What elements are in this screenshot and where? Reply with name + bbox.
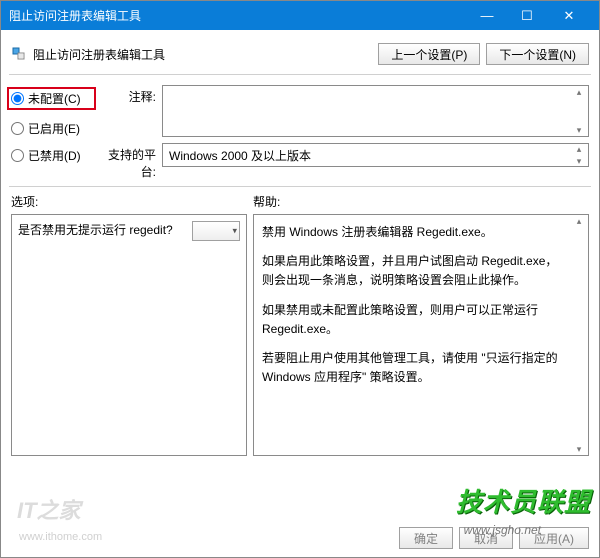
help-heading: 帮助:: [253, 193, 280, 210]
titlebar: 阻止访问注册表编辑工具 — ☐ ✕: [1, 1, 599, 30]
prev-setting-button[interactable]: 上一个设置(P): [378, 43, 480, 65]
radio-disabled-input[interactable]: [11, 149, 24, 162]
help-text-3: 如果禁用或未配置此策略设置，则用户可以正常运行 Regedit.exe。: [262, 301, 568, 339]
platform-field: Windows 2000 及以上版本 ▴ ▾: [162, 143, 589, 167]
platform-label: 支持的平台:: [96, 143, 156, 180]
help-text-4: 若要阻止用户使用其他管理工具，请使用 "只运行指定的 Windows 应用程序"…: [262, 349, 568, 387]
options-heading: 选项:: [11, 193, 253, 210]
divider: [9, 74, 591, 75]
header-title: 阻止访问注册表编辑工具: [33, 46, 378, 63]
scroll-down-icon[interactable]: ▾: [572, 443, 586, 455]
divider: [9, 186, 591, 187]
ok-button[interactable]: 确定: [399, 527, 453, 549]
policy-icon: [11, 46, 27, 62]
window-controls: — ☐ ✕: [467, 2, 591, 30]
comment-field[interactable]: ▴ ▾: [162, 85, 589, 137]
radio-not-configured-input[interactable]: [11, 92, 24, 105]
options-dropdown[interactable]: ▾: [192, 221, 240, 241]
help-text-2: 如果启用此策略设置，并且用户试图启动 Regedit.exe，则会出现一条消息，…: [262, 252, 568, 290]
chevron-down-icon: ▾: [232, 226, 237, 237]
window-title: 阻止访问注册表编辑工具: [9, 7, 467, 24]
options-question: 是否禁用无提示运行 regedit?: [18, 221, 188, 238]
next-setting-button[interactable]: 下一个设置(N): [486, 43, 589, 65]
scroll-down-icon[interactable]: ▾: [572, 155, 586, 167]
radio-enabled-label: 已启用(E): [28, 120, 80, 137]
labels-row: 选项: 帮助:: [1, 189, 599, 212]
watermark-it: IT之家: [17, 493, 81, 525]
radio-not-configured[interactable]: 未配置(C): [7, 87, 96, 110]
radio-enabled-input[interactable]: [11, 122, 24, 135]
watermark-union: 技术员联盟: [456, 482, 591, 519]
watermark-jsgho: www.jsgho.net: [464, 523, 541, 537]
help-panel: ▴ ▾ 禁用 Windows 注册表编辑器 Regedit.exe。 如果启用此…: [253, 214, 589, 456]
radio-disabled-label: 已禁用(D): [28, 147, 81, 164]
close-button[interactable]: ✕: [547, 2, 591, 30]
scroll-up-icon[interactable]: ▴: [572, 86, 586, 98]
watermark-ithome: www.ithome.com: [19, 531, 102, 543]
scroll-up-icon[interactable]: ▴: [572, 143, 586, 155]
maximize-button[interactable]: ☐: [507, 2, 547, 30]
options-panel: 是否禁用无提示运行 regedit? ▾: [11, 214, 247, 456]
radio-enabled[interactable]: 已启用(E): [11, 120, 96, 137]
scroll-up-icon[interactable]: ▴: [572, 215, 586, 227]
platform-value: Windows 2000 及以上版本: [163, 144, 588, 167]
comment-label: 注释:: [96, 85, 156, 105]
help-text-1: 禁用 Windows 注册表编辑器 Regedit.exe。: [262, 223, 568, 242]
scroll-down-icon[interactable]: ▾: [572, 124, 586, 136]
panels-row: 是否禁用无提示运行 regedit? ▾ ▴ ▾ 禁用 Windows 注册表编…: [1, 212, 599, 462]
radio-not-configured-label: 未配置(C): [28, 90, 81, 107]
header: 阻止访问注册表编辑工具 上一个设置(P) 下一个设置(N): [1, 30, 599, 72]
minimize-button[interactable]: —: [467, 2, 507, 30]
config-section: 未配置(C) 已启用(E) 已禁用(D) 注释: ▴ ▾ 支持的平台: Wind…: [1, 77, 599, 184]
radio-disabled[interactable]: 已禁用(D): [11, 147, 96, 164]
